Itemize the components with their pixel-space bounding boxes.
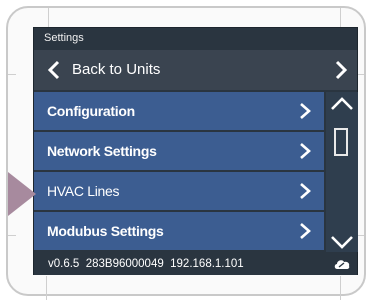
pointer-arrow — [8, 172, 36, 216]
chevron-right-icon — [300, 143, 311, 159]
back-to-units-label: Back to Units — [72, 61, 161, 78]
menu-item-configuration[interactable]: Configuration — [34, 92, 324, 130]
menu-item-label: HVAC Lines — [47, 183, 120, 199]
chevron-right-icon — [300, 103, 311, 119]
chevron-left-icon — [47, 60, 60, 80]
chevron-up-icon[interactable] — [330, 96, 354, 112]
screen-title: Settings — [44, 32, 84, 44]
settings-menu: Configuration Network Settings HVAC Line… — [34, 92, 324, 252]
back-to-units-button[interactable]: Back to Units — [34, 50, 357, 90]
status-bar: v0.6.5 283B96000049 192.168.1.101 — [34, 254, 357, 275]
scrollbar[interactable] — [326, 92, 358, 252]
firmware-version: v0.6.5 — [48, 258, 80, 270]
chevron-right-icon — [300, 223, 311, 239]
chevron-down-icon[interactable] — [330, 234, 354, 250]
menu-item-modubus-settings[interactable]: Modubus Settings — [34, 212, 324, 250]
menu-item-network-settings[interactable]: Network Settings — [34, 132, 324, 170]
ip-address: 192.168.1.101 — [170, 258, 244, 270]
chevron-right-icon[interactable] — [333, 60, 349, 80]
scrollbar-thumb[interactable] — [334, 128, 348, 156]
serial-number: 283B96000049 — [85, 258, 164, 270]
menu-item-label: Network Settings — [47, 143, 157, 159]
chevron-right-icon — [300, 183, 311, 199]
menu-item-hvac-lines[interactable]: HVAC Lines — [34, 172, 324, 210]
menu-item-label: Modubus Settings — [47, 223, 164, 239]
device-screen: Settings Back to Units Configuration Net… — [33, 27, 358, 275]
cloud-logo-icon — [334, 260, 350, 269]
menu-item-label: Configuration — [47, 103, 135, 119]
